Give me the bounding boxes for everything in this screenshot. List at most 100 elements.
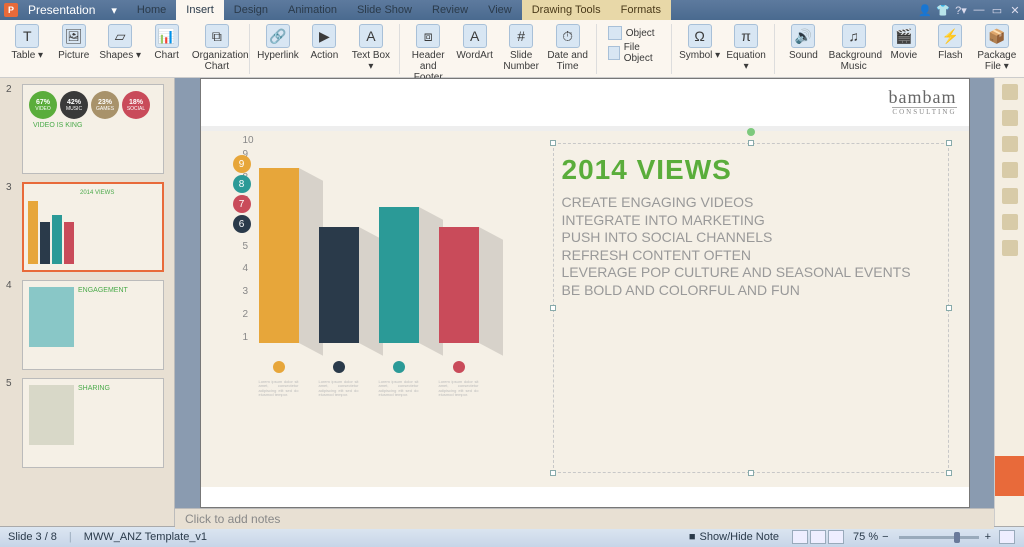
ribbon-date-and-time[interactable]: ⏱Date and Time — [546, 22, 588, 72]
ribbon-file-object[interactable]: File Object — [608, 42, 664, 64]
skin-icon[interactable]: 👕 — [934, 4, 952, 17]
titlebar: P Presentation ▾ Home Insert Design Anim… — [0, 0, 1024, 20]
tab-design[interactable]: Design — [224, 0, 278, 20]
tab-review[interactable]: Review — [422, 0, 478, 20]
action-icon: ▶ — [312, 24, 336, 48]
ribbon-package-file-[interactable]: 📦Package File ▾ — [976, 22, 1018, 72]
view-sorter-button[interactable] — [810, 530, 826, 544]
file-name: MWW_ANZ Template_v1 — [84, 531, 207, 543]
close-button[interactable]: ✕ — [1006, 4, 1024, 17]
ribbon-wordart[interactable]: AWordArt — [453, 22, 495, 61]
resize-handle[interactable] — [550, 140, 556, 146]
ribbon-chart[interactable]: 📊Chart — [145, 22, 187, 61]
flash-icon: ⚡ — [938, 24, 962, 48]
zoom-in[interactable]: + — [985, 531, 991, 543]
chart: 10 123456789 9876 Lorem ipsum dolor sit … — [225, 149, 535, 469]
ribbon-equation-[interactable]: πEquation ▾ — [725, 22, 767, 72]
resize-handle[interactable] — [748, 140, 754, 146]
slide-canvas[interactable]: bambam CONSULTING 10 123456789 9876 Lore… — [200, 78, 970, 508]
ribbon-table-[interactable]: TTable ▾ — [6, 22, 48, 61]
ribbon-object[interactable]: Object — [608, 26, 664, 40]
ribbon-text-box-[interactable]: AText Box ▾ — [350, 22, 392, 72]
body-text: CREATE ENGAGING VIDEOSINTEGRATE INTO MAR… — [562, 194, 940, 299]
chart-bar — [259, 168, 299, 343]
strip-accent[interactable] — [995, 456, 1024, 496]
chart-bar — [319, 227, 359, 343]
ribbon-background-music[interactable]: ♫Background Music — [829, 22, 879, 72]
minimize-button[interactable]: — — [970, 4, 988, 16]
strip-icon[interactable] — [1002, 162, 1018, 178]
text-box--icon: A — [359, 24, 383, 48]
chart-bar — [439, 227, 479, 343]
notes-pane[interactable]: Click to add notes — [175, 508, 994, 529]
tab-drawing-tools[interactable]: Drawing Tools — [522, 0, 611, 20]
ribbon-hyperlink[interactable]: 🔗Hyperlink — [257, 22, 299, 61]
header-and-footer-icon: ⧈ — [416, 24, 440, 48]
resize-handle[interactable] — [550, 470, 556, 476]
text-box-selected[interactable]: 2014 VIEWS CREATE ENGAGING VIDEOSINTEGRA… — [553, 143, 949, 473]
zoom-slider[interactable] — [899, 536, 979, 539]
tab-animation[interactable]: Animation — [278, 0, 347, 20]
maximize-button[interactable]: ▭ — [988, 4, 1006, 17]
slide-thumb-3[interactable]: 3 2014 VIEWS — [22, 182, 164, 272]
resize-handle[interactable] — [748, 470, 754, 476]
ribbon: TTable ▾🖼Picture▱Shapes ▾📊Chart⧉Organiza… — [0, 20, 1024, 78]
zoom-out[interactable]: − — [882, 531, 888, 543]
right-task-strip[interactable] — [994, 78, 1024, 526]
equation--icon: π — [734, 24, 758, 48]
ribbon-symbol-[interactable]: ΩSymbol ▾ — [678, 22, 720, 61]
picture-icon: 🖼 — [62, 24, 86, 48]
chart-icon: 📊 — [155, 24, 179, 48]
ribbon-header-and-footer[interactable]: ⧈Header and Footer — [407, 22, 449, 83]
slide-thumb-2[interactable]: 2 67%VIDEO42%MUSIC23%GAMES18%SOCIALVIDEO… — [22, 84, 164, 174]
title-text: 2014 VIEWS — [562, 154, 940, 186]
view-slideshow-button[interactable] — [828, 530, 844, 544]
app-title: Presentation — [22, 3, 101, 17]
hyperlink-icon: 🔗 — [266, 24, 290, 48]
shapes--icon: ▱ — [108, 24, 132, 48]
sound-icon: 🔊 — [791, 24, 815, 48]
resize-handle[interactable] — [946, 305, 952, 311]
strip-icon[interactable] — [1002, 136, 1018, 152]
help-icon[interactable]: ?▾ — [952, 4, 970, 17]
ribbon-organization-chart[interactable]: ⧉Organization Chart — [192, 22, 242, 72]
wordart-icon: A — [463, 24, 487, 48]
app-icon: P — [4, 3, 18, 17]
date-and-time-icon: ⏱ — [556, 24, 580, 48]
resize-handle[interactable] — [946, 140, 952, 146]
strip-icon[interactable] — [1002, 214, 1018, 230]
tab-slide-show[interactable]: Slide Show — [347, 0, 422, 20]
package-file--icon: 📦 — [985, 24, 1009, 48]
chart-bar — [379, 207, 419, 343]
thumbnail-panel[interactable]: 2 67%VIDEO42%MUSIC23%GAMES18%SOCIALVIDEO… — [0, 78, 175, 526]
strip-icon[interactable] — [1002, 240, 1018, 256]
ribbon-movie[interactable]: 🎬Movie — [883, 22, 925, 61]
ribbon-flash[interactable]: ⚡Flash — [929, 22, 971, 61]
background-music-icon: ♫ — [842, 24, 866, 48]
tab-formats[interactable]: Formats — [611, 0, 671, 20]
strip-icon[interactable] — [1002, 188, 1018, 204]
tab-home[interactable]: Home — [127, 0, 176, 20]
titlebar-dropdown[interactable]: ▾ — [101, 0, 127, 20]
ribbon-sound[interactable]: 🔊Sound — [782, 22, 824, 61]
tab-view[interactable]: View — [478, 0, 522, 20]
ribbon-picture[interactable]: 🖼Picture — [52, 22, 94, 61]
slide-thumb-5[interactable]: 5 SHARING — [22, 378, 164, 468]
slide-position: Slide 3 / 8 — [8, 531, 57, 543]
resize-handle[interactable] — [550, 305, 556, 311]
ribbon-slide-number[interactable]: #Slide Number — [500, 22, 542, 72]
rotate-handle[interactable] — [747, 128, 755, 136]
tab-insert[interactable]: Insert — [176, 0, 224, 20]
strip-icon[interactable] — [1002, 84, 1018, 100]
user-icon[interactable]: 👤 — [916, 4, 934, 17]
ribbon-shapes-[interactable]: ▱Shapes ▾ — [99, 22, 141, 61]
view-normal-button[interactable] — [792, 530, 808, 544]
symbol--icon: Ω — [688, 24, 712, 48]
show-hide-notes[interactable]: Show/Hide Note — [700, 531, 780, 543]
ribbon-action[interactable]: ▶Action — [303, 22, 345, 61]
slide-thumb-4[interactable]: 4 ENGAGEMENT — [22, 280, 164, 370]
resize-handle[interactable] — [946, 470, 952, 476]
fit-button[interactable] — [999, 530, 1015, 544]
logo: bambam CONSULTING — [889, 88, 957, 117]
strip-icon[interactable] — [1002, 110, 1018, 126]
